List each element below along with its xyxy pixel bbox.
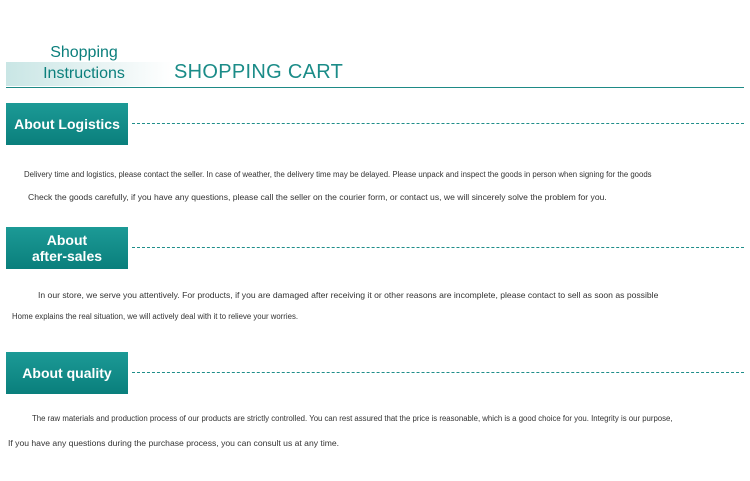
page-header: Shopping Instructions SHOPPING CART bbox=[0, 0, 750, 92]
section-quality-header: About quality bbox=[6, 352, 744, 394]
section-logistics-label-line1: About Logistics bbox=[14, 116, 120, 132]
section-logistics-label: About Logistics bbox=[6, 103, 128, 145]
section-logistics-dashed-divider bbox=[132, 123, 744, 124]
section-after-sales-label-line1: About bbox=[46, 232, 88, 248]
shopping-cart-title: SHOPPING CART bbox=[174, 61, 344, 83]
shopping-instructions-line1: Shopping bbox=[50, 44, 118, 61]
section-quality-dashed-divider bbox=[132, 372, 744, 373]
header-divider bbox=[6, 87, 744, 88]
section-after-sales-label: About after-sales bbox=[6, 227, 128, 269]
after-sales-text-line1: In our store, we serve you attentively. … bbox=[38, 290, 659, 300]
quality-text-line1: The raw materials and production process… bbox=[32, 414, 673, 423]
section-quality-label-line1: About quality bbox=[22, 365, 112, 381]
section-quality-label: About quality bbox=[6, 352, 128, 394]
section-after-sales-header: About after-sales bbox=[6, 227, 744, 269]
logistics-text-line2: Check the goods carefully, if you have a… bbox=[28, 192, 607, 202]
after-sales-text-line2: Home explains the real situation, we wil… bbox=[12, 312, 299, 321]
section-after-sales-dashed-divider bbox=[132, 247, 744, 248]
section-after-sales-label-line2: after-sales bbox=[31, 248, 103, 264]
section-logistics-header: About Logistics bbox=[6, 103, 744, 145]
shopping-instructions-line2: Instructions bbox=[43, 65, 125, 82]
quality-text-line2: If you have any questions during the pur… bbox=[8, 438, 340, 448]
logistics-text-line1: Delivery time and logistics, please cont… bbox=[24, 170, 652, 179]
shopping-instructions-title: Shopping Instructions bbox=[16, 42, 152, 84]
